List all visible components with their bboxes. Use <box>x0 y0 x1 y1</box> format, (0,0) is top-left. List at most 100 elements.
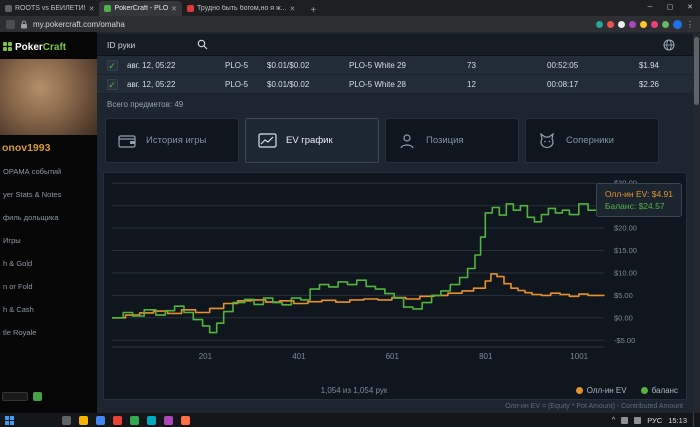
tab-opponents[interactable]: Соперники <box>525 118 659 163</box>
row-checkbox[interactable]: ✓ <box>106 59 118 71</box>
pokercraft-logo[interactable]: PokerCraft <box>0 32 97 59</box>
tab-label: История игры <box>146 135 207 146</box>
hand-id-search-input[interactable]: ID руки <box>107 40 135 50</box>
taskbar-app-icon[interactable] <box>79 415 88 425</box>
pokercraft-app: PokerCraft onov1993 ОРАМА событий yer St… <box>0 32 700 413</box>
green-app-badge[interactable] <box>33 392 42 401</box>
logo-text-poker: Poker <box>15 42 43 53</box>
browser-scrollbar[interactable] <box>693 32 700 413</box>
tray-expand-icon[interactable]: ^ <box>612 417 615 424</box>
extension-icon[interactable] <box>662 20 669 28</box>
svg-text:$10.00: $10.00 <box>614 269 637 278</box>
taskbar-app-icon[interactable] <box>96 415 105 425</box>
browser-menu-icon[interactable]: ⋮ <box>686 20 694 29</box>
svg-text:601: 601 <box>386 352 400 361</box>
sessions-table: ✓ авг. 12, 05:22 PLO-5 $0.01/$0.02 PLO-5… <box>97 56 693 94</box>
tab-close-icon[interactable]: ✕ <box>171 5 177 13</box>
scrollbar-thumb[interactable] <box>694 37 699 105</box>
svg-text:$5.00: $5.00 <box>614 291 633 300</box>
legend-label: баланс <box>651 386 678 395</box>
line-chart-icon <box>258 132 277 148</box>
sidebar-badges <box>2 392 42 401</box>
sidebar-item-player-stats-notes[interactable]: yer Stats & Notes <box>0 183 97 206</box>
tab-game-history[interactable]: История игры <box>105 118 239 163</box>
search-icon[interactable] <box>197 39 208 50</box>
url-text[interactable]: my.pokercraft.com/omaha <box>33 20 125 29</box>
tab-label: EV график <box>286 135 333 146</box>
extension-icon[interactable] <box>640 20 647 28</box>
taskbar-app-icon[interactable] <box>181 415 190 425</box>
table-row[interactable]: ✓ авг. 12, 05:22 PLO-5 $0.01/$0.02 PLO-5… <box>97 75 693 94</box>
svg-text:801: 801 <box>479 352 493 361</box>
sidebar-item-allin-or-fold[interactable]: n or Fold <box>0 275 97 298</box>
cell-game: PLO-5 <box>225 79 249 89</box>
legend-item-balance[interactable]: баланс <box>640 386 678 395</box>
taskbar-app-icon[interactable] <box>147 415 156 425</box>
extension-icons: ⋮ <box>596 19 694 29</box>
extension-icon[interactable] <box>651 20 658 28</box>
tooltip-ev-value: Олл-ин EV: $4.91 <box>604 189 673 199</box>
browser-address-bar: my.pokercraft.com/omaha ⋮ <box>0 16 700 32</box>
tab-favicon <box>104 5 112 12</box>
legend-dot-orange <box>575 387 583 394</box>
cell-hands: 12 <box>467 79 476 89</box>
taskbar-app-icon[interactable] <box>130 415 139 425</box>
tab-close-icon[interactable]: ✕ <box>89 5 95 13</box>
clock[interactable]: 15:13 <box>668 416 687 425</box>
extension-icon[interactable] <box>629 20 636 28</box>
new-tab-button[interactable]: + <box>306 5 320 16</box>
taskbar-app-icon[interactable] <box>113 415 122 425</box>
taskbar-app-icon[interactable] <box>62 415 71 425</box>
main-content: ID руки ✓ авг. 12, 05:22 PLO-5 $0.01/$0.… <box>97 32 693 413</box>
user-avatar[interactable] <box>0 59 97 135</box>
cat-icon <box>540 132 554 148</box>
language-indicator[interactable]: РУС <box>647 416 662 425</box>
table-row[interactable]: ✓ авг. 12, 05:22 PLO-5 $0.01/$0.02 PLO-5… <box>97 56 693 75</box>
cell-stakes: $0.01/$0.02 <box>267 79 310 89</box>
tab-ev-graph[interactable]: EV график <box>245 118 379 163</box>
tab-title: PokerCraft - PLO <box>114 5 169 12</box>
browser-tab-3[interactable]: Трудно быть богом,но я ж... ✕ <box>182 1 300 16</box>
cell-game: PLO-5 <box>225 60 249 70</box>
svg-text:$20.00: $20.00 <box>614 224 637 233</box>
extension-icon[interactable] <box>618 20 625 28</box>
cell-result: $1.94 <box>638 60 659 70</box>
browser-tab-1[interactable]: ROOTS vs БЕЙЛЕТИ! ✕ <box>0 1 99 16</box>
person-icon <box>400 133 414 148</box>
close-button[interactable]: ✕ <box>680 0 700 16</box>
tray-icon[interactable] <box>621 416 629 424</box>
start-button[interactable] <box>5 415 14 425</box>
store-badge[interactable] <box>2 392 28 401</box>
sidebar-item-cash[interactable]: h & Cash <box>0 298 97 321</box>
sidebar-item-staking-profile[interactable]: филь дольщика <box>0 206 97 229</box>
browser-tab-2-active[interactable]: PokerCraft - PLO ✕ <box>99 1 183 16</box>
tooltip-balance-value: Баланс: $24.57 <box>604 201 665 211</box>
tab-title: Трудно быть богом,но я ж... <box>197 5 287 12</box>
sidebar-item-games[interactable]: Игры <box>0 229 97 252</box>
sidebar-item-events-panorama[interactable]: ОРАМА событий <box>0 160 97 183</box>
taskbar-app-icon[interactable] <box>164 415 173 425</box>
site-icon[interactable] <box>6 19 15 29</box>
cell-table-name: PLO-5 White 28 <box>349 79 406 89</box>
tab-close-icon[interactable]: ✕ <box>290 5 296 13</box>
legend-item-ev[interactable]: Олл-ин EV <box>575 386 627 395</box>
show-desktop-button[interactable] <box>693 413 696 427</box>
browser-profile-avatar[interactable] <box>673 19 682 29</box>
window-controls: ─ ▢ ✕ <box>640 0 700 16</box>
tab-label: Соперники <box>566 135 614 146</box>
maximize-button[interactable]: ▢ <box>660 0 680 16</box>
chart-tooltip: Олл-ин EV: $4.91 Баланс: $24.57 <box>595 183 682 217</box>
cell-result: $2.26 <box>638 79 659 89</box>
globe-icon[interactable] <box>663 39 675 51</box>
svg-text:201: 201 <box>199 352 213 361</box>
extension-icon[interactable] <box>596 20 603 28</box>
tray-icon[interactable] <box>634 416 642 424</box>
extension-icon[interactable] <box>607 20 614 28</box>
hands-count-label: 1,054 из 1,054 рук <box>320 386 388 395</box>
minimize-button[interactable]: ─ <box>640 0 660 16</box>
row-checkbox[interactable]: ✓ <box>106 78 118 90</box>
cell-date: авг. 12, 05:22 <box>127 60 176 70</box>
sidebar-item-rush-gold[interactable]: h & Gold <box>0 252 97 275</box>
tab-position[interactable]: Позиция <box>385 118 519 163</box>
sidebar-item-battle-royale[interactable]: tle Royale <box>0 321 97 344</box>
